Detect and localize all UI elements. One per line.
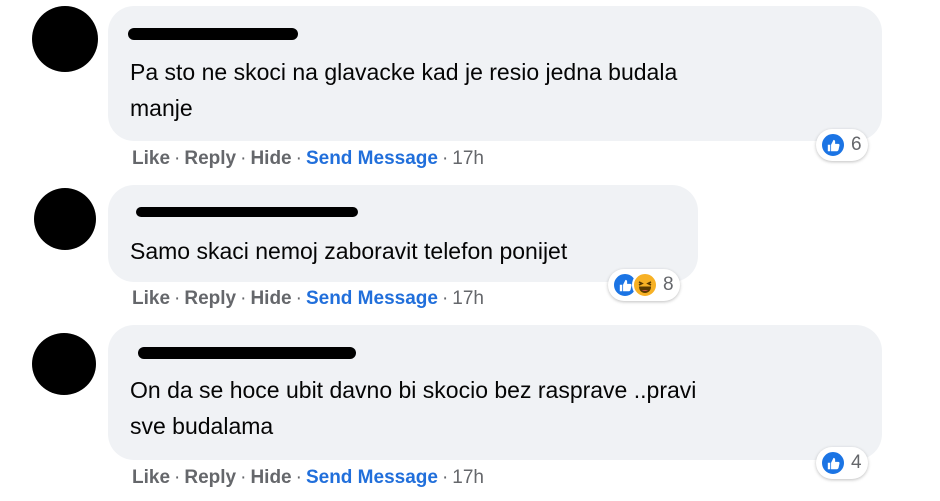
reaction-summary[interactable]: 8 (608, 269, 680, 301)
comment-bubble: Pa sto ne skoci na glavacke kad je resio… (108, 6, 882, 141)
comment: Samo skaci nemoj zaboravit telefon ponij… (0, 180, 940, 325)
separator: · (174, 288, 181, 309)
comment-bubble: Samo skaci nemoj zaboravit telefon ponij… (108, 185, 698, 282)
avatar[interactable] (34, 188, 96, 250)
reaction-count: 6 (851, 134, 862, 155)
reply-link[interactable]: Reply (184, 288, 236, 309)
separator: · (295, 467, 302, 488)
send-message-link[interactable]: Send Message (306, 288, 438, 309)
haha-icon (632, 272, 658, 298)
redacted-author-name[interactable] (138, 347, 356, 359)
separator: · (441, 288, 449, 309)
comment-actions: Like · Reply · Hide · Send Message · 17h (132, 148, 484, 170)
timestamp[interactable]: 17h (452, 148, 484, 169)
separator: · (441, 467, 449, 488)
separator: · (441, 148, 449, 169)
like-link[interactable]: Like (132, 148, 170, 169)
like-icon (820, 450, 846, 476)
timestamp[interactable]: 17h (452, 288, 484, 309)
hide-link[interactable]: Hide (250, 467, 291, 488)
like-icon (820, 132, 846, 158)
like-link[interactable]: Like (132, 288, 170, 309)
hide-link[interactable]: Hide (250, 148, 291, 169)
hide-link[interactable]: Hide (250, 288, 291, 309)
separator: · (174, 467, 181, 488)
like-link[interactable]: Like (132, 467, 170, 488)
comment-actions: Like · Reply · Hide · Send Message · 17h (132, 467, 484, 489)
reaction-summary[interactable]: 4 (816, 447, 868, 479)
separator: · (240, 467, 247, 488)
timestamp[interactable]: 17h (452, 467, 484, 488)
reaction-count: 4 (851, 452, 862, 473)
comment-text: On da se hoce ubit davno bi skocio bez r… (130, 377, 697, 439)
reply-link[interactable]: Reply (184, 467, 236, 488)
reply-link[interactable]: Reply (184, 148, 236, 169)
separator: · (240, 148, 247, 169)
redacted-author-name[interactable] (136, 207, 358, 217)
avatar[interactable] (32, 333, 96, 395)
separator: · (295, 148, 302, 169)
send-message-link[interactable]: Send Message (306, 148, 438, 169)
separator: · (174, 148, 181, 169)
comment-text: Pa sto ne skoci na glavacke kad je resio… (130, 59, 678, 121)
comment: Pa sto ne skoci na glavacke kad je resio… (0, 0, 940, 180)
comment-text: Samo skaci nemoj zaboravit telefon ponij… (130, 238, 568, 264)
reaction-count: 8 (663, 274, 674, 295)
comment: On da se hoce ubit davno bi skocio bez r… (0, 325, 940, 501)
separator: · (240, 288, 247, 309)
avatar[interactable] (32, 6, 98, 72)
redacted-author-name[interactable] (128, 28, 298, 40)
send-message-link[interactable]: Send Message (306, 467, 438, 488)
separator: · (295, 288, 302, 309)
reaction-summary[interactable]: 6 (816, 129, 868, 161)
comment-bubble: On da se hoce ubit davno bi skocio bez r… (108, 325, 882, 460)
comment-actions: Like · Reply · Hide · Send Message · 17h (132, 288, 484, 310)
